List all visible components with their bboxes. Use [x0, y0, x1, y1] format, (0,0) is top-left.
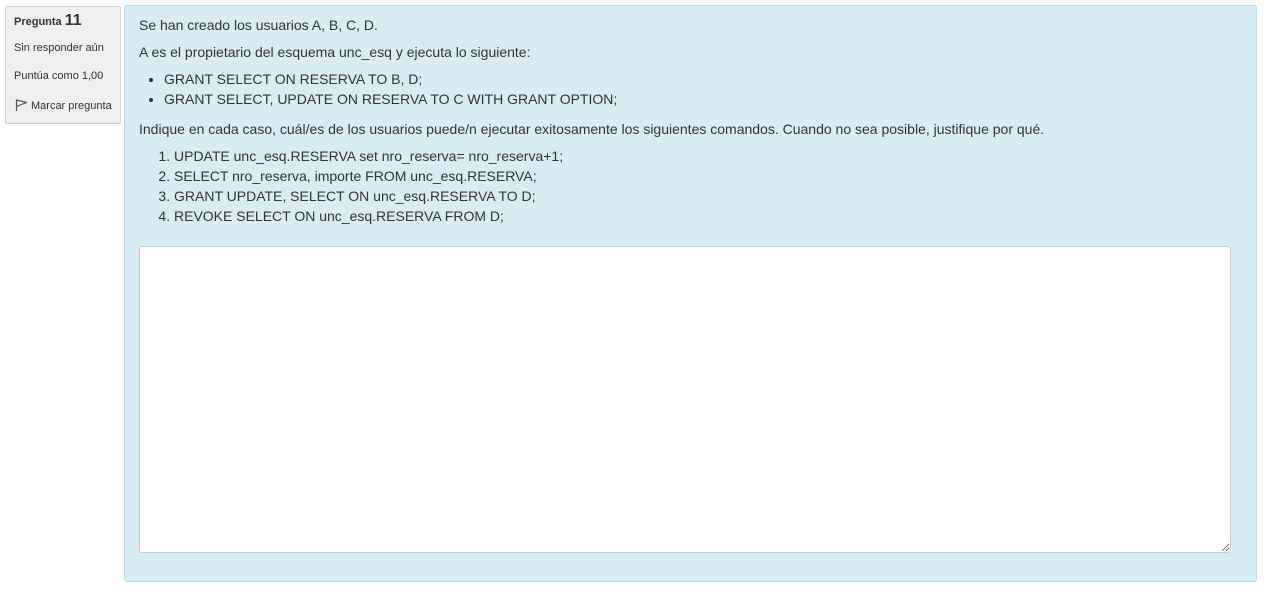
command-item: GRANT UPDATE, SELECT ON unc_esq.RESERVA …	[174, 186, 1242, 206]
flag-icon[interactable]	[14, 98, 28, 112]
grant-list: GRANT SELECT ON RESERVA TO B, D; GRANT S…	[139, 69, 1242, 109]
flag-question-label[interactable]: Marcar pregunta	[31, 100, 112, 112]
question-label: Pregunta	[14, 16, 62, 28]
grant-item: GRANT SELECT ON RESERVA TO B, D;	[164, 69, 1242, 89]
question-number-heading: Pregunta 11	[14, 12, 114, 31]
question-number: 11	[64, 12, 82, 29]
command-item: REVOKE SELECT ON unc_esq.RESERVA FROM D;	[174, 206, 1242, 226]
question-page: Pregunta 11 Sin responder aún Puntúa com…	[0, 0, 1282, 600]
answer-textarea[interactable]	[139, 246, 1231, 553]
command-list: UPDATE unc_esq.RESERVA set nro_reserva= …	[139, 146, 1242, 226]
grant-item: GRANT SELECT, UPDATE ON RESERVA TO C WIT…	[164, 89, 1242, 109]
question-content: Se han creado los usuarios A, B, C, D. A…	[124, 5, 1257, 582]
flag-question-link[interactable]: Marcar pregunta	[14, 96, 114, 116]
question-state: Sin responder aún	[14, 42, 104, 54]
command-item: UPDATE unc_esq.RESERVA set nro_reserva= …	[174, 146, 1242, 166]
question-info-panel: Pregunta 11 Sin responder aún Puntúa com…	[5, 6, 121, 124]
command-item: SELECT nro_reserva, importe FROM unc_esq…	[174, 166, 1242, 186]
question-instruction: Indique en cada caso, cuál/es de los usu…	[139, 121, 1045, 137]
question-owner-text: A es el propietario del esquema unc_esq …	[139, 44, 531, 60]
question-grade: Puntúa como 1,00	[14, 70, 104, 82]
question-intro: Se han creado los usuarios A, B, C, D.	[139, 17, 378, 33]
